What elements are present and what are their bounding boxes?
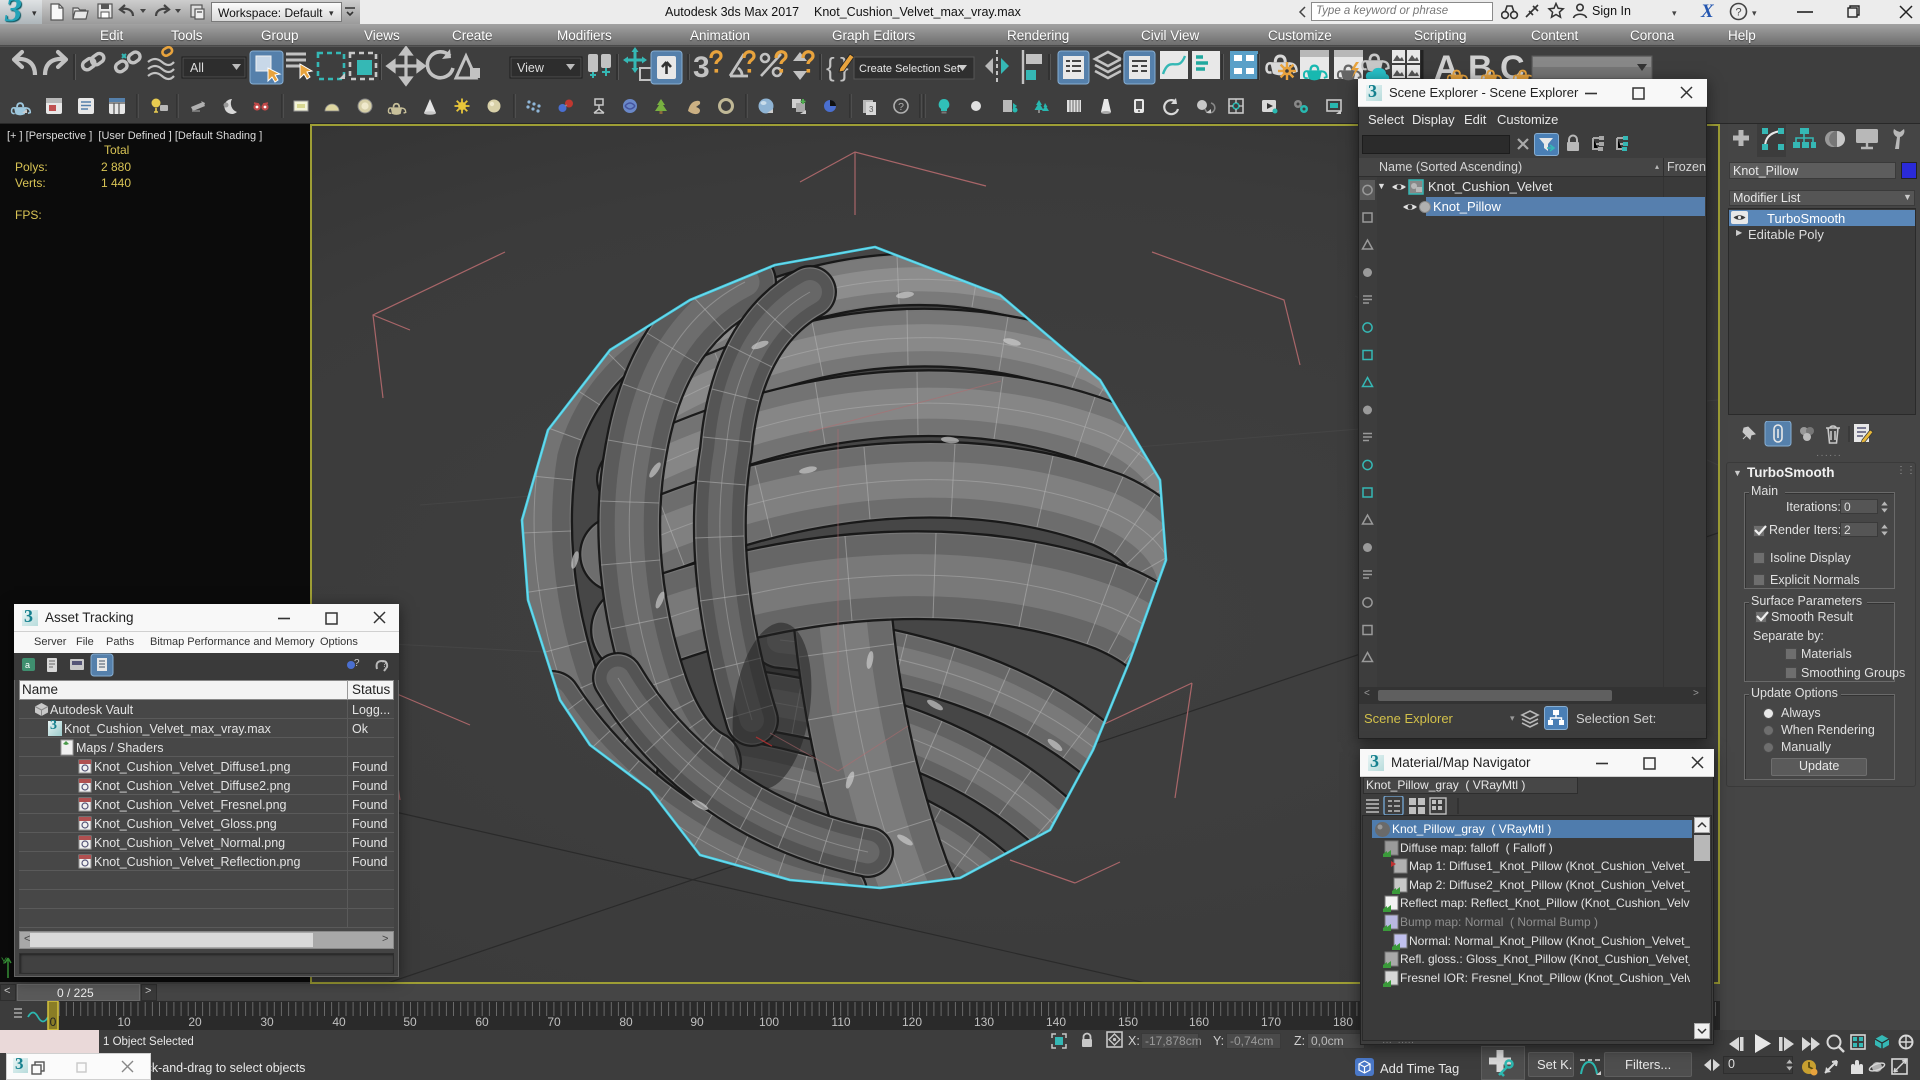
svg-text:90: 90 xyxy=(690,1015,704,1029)
svg-text:80: 80 xyxy=(619,1015,633,1029)
svg-text:100: 100 xyxy=(759,1015,779,1029)
svg-text:30: 30 xyxy=(260,1015,274,1029)
svg-text:a: a xyxy=(25,660,30,670)
svg-text:110: 110 xyxy=(831,1015,850,1029)
svg-text:130: 130 xyxy=(974,1015,994,1029)
svg-text:70: 70 xyxy=(547,1015,561,1029)
svg-text:3: 3 xyxy=(693,51,710,84)
svg-text:160: 160 xyxy=(1189,1015,1209,1029)
svg-text:All: All xyxy=(190,61,204,75)
svg-text:120: 120 xyxy=(902,1015,922,1029)
svg-text:60: 60 xyxy=(475,1015,489,1029)
svg-text:170: 170 xyxy=(1261,1015,1281,1029)
svg-text:?: ? xyxy=(382,659,387,669)
svg-text:?: ? xyxy=(354,658,360,669)
svg-text:3: 3 xyxy=(869,105,874,114)
svg-text:{: { xyxy=(826,52,835,82)
svg-text:?: ? xyxy=(1735,7,1741,19)
svg-text:180: 180 xyxy=(1333,1015,1353,1029)
svg-text:0: 0 xyxy=(50,1015,57,1029)
svg-text:150: 150 xyxy=(1118,1015,1138,1029)
svg-text:Y: Y xyxy=(1,956,7,966)
svg-text:Create Selection Set: Create Selection Set xyxy=(859,63,960,75)
svg-text:40: 40 xyxy=(332,1015,346,1029)
svg-text:?: ? xyxy=(898,101,904,113)
svg-text:20: 20 xyxy=(188,1015,202,1029)
svg-text:View: View xyxy=(517,61,545,75)
svg-text:10: 10 xyxy=(117,1015,131,1029)
svg-text:140: 140 xyxy=(1046,1015,1066,1029)
svg-text:50: 50 xyxy=(403,1015,417,1029)
